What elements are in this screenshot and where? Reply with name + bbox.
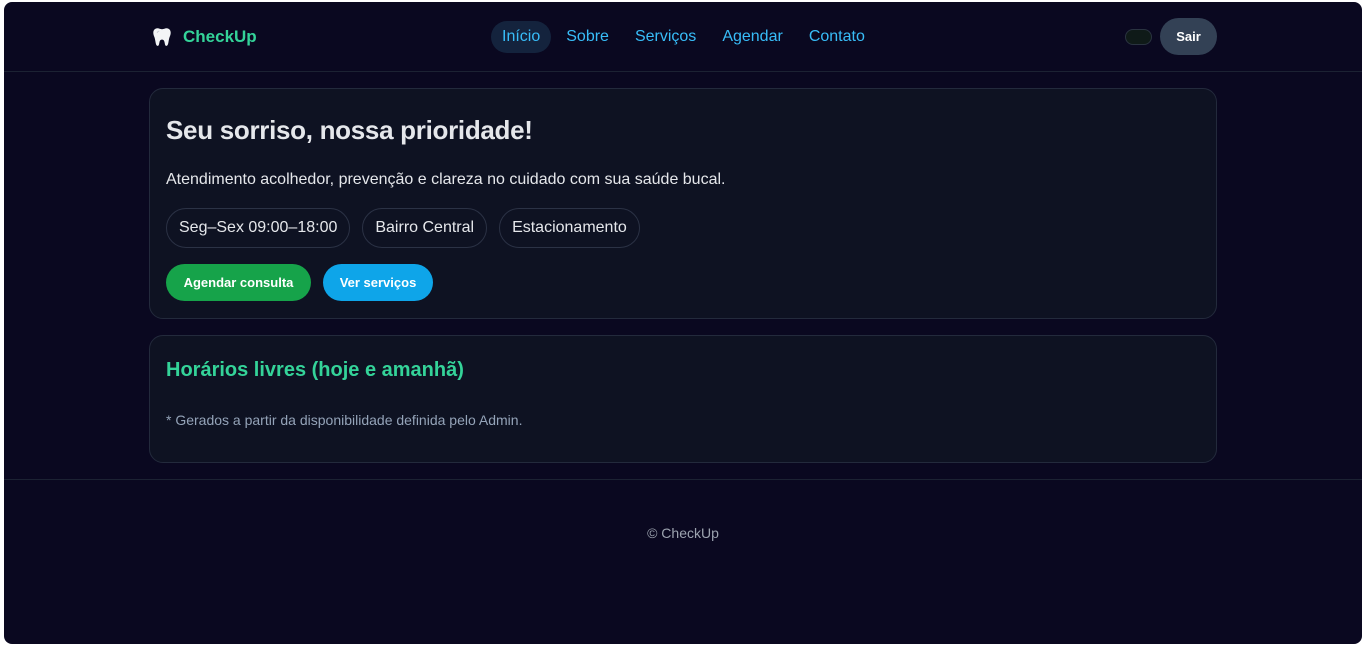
nav-item-sobre[interactable]: Sobre xyxy=(555,21,620,53)
nav-item-inicio[interactable]: Início xyxy=(491,21,552,53)
book-appointment-button[interactable]: Agendar consulta xyxy=(166,264,311,301)
nav-item-contato[interactable]: Contato xyxy=(798,21,876,53)
theme-toggle[interactable] xyxy=(1125,29,1152,45)
app-window: CheckUp Início Sobre Serviços Agendar Co… xyxy=(4,2,1362,644)
main-nav: Início Sobre Serviços Agendar Contato xyxy=(491,21,876,53)
hero-card: Seu sorriso, nossa prioridade! Atendimen… xyxy=(149,88,1217,319)
brand-logo[interactable]: CheckUp xyxy=(151,26,257,48)
chip-parking: Estacionamento xyxy=(499,208,640,248)
site-footer: © CheckUp xyxy=(4,479,1362,644)
chip-location: Bairro Central xyxy=(362,208,488,248)
free-slots-note: * Gerados a partir da disponibilidade de… xyxy=(166,412,523,428)
nav-item-servicos[interactable]: Serviços xyxy=(624,21,707,53)
footer-copyright: © CheckUp xyxy=(647,525,719,541)
logout-button[interactable]: Sair xyxy=(1160,18,1217,55)
tooth-icon xyxy=(153,28,171,46)
site-header: CheckUp Início Sobre Serviços Agendar Co… xyxy=(4,2,1362,72)
hero-actions: Agendar consulta Ver serviços xyxy=(166,264,433,301)
free-slots-title: Horários livres (hoje e amanhã) xyxy=(166,359,464,381)
brand-name: CheckUp xyxy=(183,27,257,46)
chip-hours: Seg–Sex 09:00–18:00 xyxy=(166,208,351,248)
hero-subtitle: Atendimento acolhedor, prevenção e clare… xyxy=(166,171,726,188)
view-services-button[interactable]: Ver serviços xyxy=(323,264,433,301)
free-slots-card: Horários livres (hoje e amanhã) * Gerado… xyxy=(149,335,1217,463)
info-chips: Seg–Sex 09:00–18:00 Bairro Central Estac… xyxy=(166,208,640,248)
nav-item-agendar[interactable]: Agendar xyxy=(711,21,794,53)
hero-title: Seu sorriso, nossa prioridade! xyxy=(166,115,533,145)
